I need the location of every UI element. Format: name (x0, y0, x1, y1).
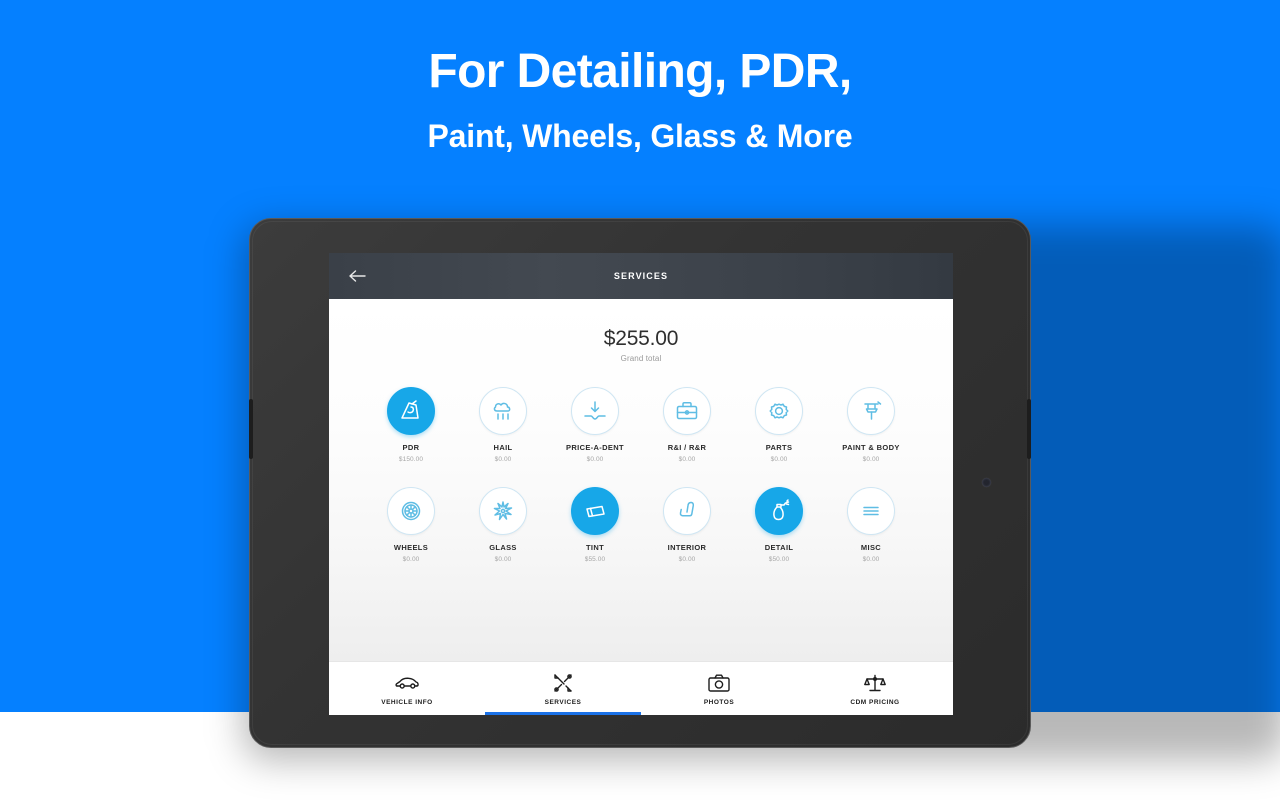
grand-total-label: Grand total (620, 354, 662, 363)
spray-bottle-icon (773, 499, 790, 521)
dent-puller-icon (401, 400, 419, 419)
service-price: $0.00 (678, 456, 696, 463)
service-price: $0.00 (402, 556, 420, 563)
service-label: DETAIL (764, 543, 794, 552)
bottom-tab-bar: VEHICLE INFO SERVICES PHOTOS CDM PRICING (329, 661, 953, 715)
camera-icon (708, 674, 730, 692)
service-item-tint[interactable]: TINT $55.00 (560, 487, 630, 563)
hail-cloud-icon (493, 402, 511, 420)
service-price: $0.00 (494, 456, 512, 463)
front-camera-icon (982, 478, 991, 487)
service-icon-wrap (663, 387, 711, 435)
service-label: PRICE-A-DENT (566, 443, 624, 452)
device-side-notch-left (249, 399, 253, 459)
tablet-screen: SERVICES $255.00 Grand total PDR $150.00… (329, 253, 953, 715)
service-icon-wrap (387, 387, 435, 435)
tab-icon-wrap (864, 673, 886, 693)
tools-icon (554, 674, 572, 692)
service-icon-wrap (755, 387, 803, 435)
tab-vehicle-info[interactable]: VEHICLE INFO (329, 662, 485, 715)
car-icon (395, 677, 419, 689)
tab-label: CDM PRICING (850, 699, 900, 706)
service-icon-wrap (755, 487, 803, 535)
service-item-misc[interactable]: MISC $0.00 (836, 487, 906, 563)
service-label: PARTS (765, 443, 793, 452)
service-icon-wrap (571, 387, 619, 435)
service-icon-wrap (663, 487, 711, 535)
app-header-title: SERVICES (613, 271, 669, 281)
service-label: R&I / R&R (667, 443, 707, 452)
tab-icon-wrap (708, 673, 730, 693)
service-icon-wrap (479, 487, 527, 535)
service-label: PAINT & BODY (842, 443, 900, 452)
service-label: HAIL (493, 443, 513, 452)
app-header-bar: SERVICES (329, 253, 953, 299)
services-row: PDR $150.00 HAIL $0.00 PRICE-A-DENT $0.0… (376, 387, 906, 463)
service-item-ri-rr[interactable]: R&I / R&R $0.00 (652, 387, 722, 463)
arrow-left-icon (349, 270, 366, 282)
tablet-device: SERVICES $255.00 Grand total PDR $150.00… (249, 218, 1031, 748)
grand-total-amount: $255.00 (603, 327, 679, 350)
page-title: For Detailing, PDR, (428, 45, 852, 98)
service-item-detail[interactable]: DETAIL $50.00 (744, 487, 814, 563)
service-item-wheels[interactable]: WHEELS $0.00 (376, 487, 446, 563)
service-label: GLASS (489, 543, 517, 552)
services-grid: PDR $150.00 HAIL $0.00 PRICE-A-DENT $0.0… (329, 387, 953, 563)
services-content-area: $255.00 Grand total PDR $150.00 HAIL $0.… (329, 299, 953, 661)
service-icon-wrap (847, 487, 895, 535)
service-price: $0.00 (770, 456, 788, 463)
service-price: $50.00 (768, 556, 790, 563)
service-item-paint-body[interactable]: PAINT & BODY $0.00 (836, 387, 906, 463)
tab-active-indicator (485, 712, 641, 715)
service-item-parts[interactable]: PARTS $0.00 (744, 387, 814, 463)
page-subtitle: Paint, Wheels, Glass & More (427, 118, 853, 154)
service-item-interior[interactable]: INTERIOR $0.00 (652, 487, 722, 563)
service-price: $150.00 (398, 456, 424, 463)
service-icon-wrap (571, 487, 619, 535)
service-icon-wrap (387, 487, 435, 535)
grand-total-block: $255.00 Grand total (329, 299, 953, 363)
service-price: $0.00 (678, 556, 696, 563)
service-price: $0.00 (862, 556, 880, 563)
tab-label: PHOTOS (703, 699, 735, 706)
gear-icon (769, 403, 789, 419)
service-item-pdr[interactable]: PDR $150.00 (376, 387, 446, 463)
service-icon-wrap (479, 387, 527, 435)
service-item-hail[interactable]: HAIL $0.00 (468, 387, 538, 463)
tab-cdm-pricing[interactable]: CDM PRICING (797, 662, 953, 715)
tab-label: SERVICES (544, 699, 582, 706)
toolbox-icon (676, 402, 698, 420)
service-item-glass[interactable]: GLASS $0.00 (468, 487, 538, 563)
wheel-rim-icon (401, 501, 421, 521)
hero-text-block: For Detailing, PDR, Paint, Wheels, Glass… (0, 48, 1280, 155)
scales-icon (864, 674, 886, 692)
tab-services[interactable]: SERVICES (485, 662, 641, 715)
glass-crack-icon (493, 501, 513, 521)
service-price: $0.00 (862, 456, 880, 463)
service-item-price-a-dent[interactable]: PRICE-A-DENT $0.00 (560, 387, 630, 463)
service-label: PDR (402, 443, 420, 452)
tab-label: VEHICLE INFO (381, 699, 433, 706)
list-lines-icon (863, 506, 879, 516)
paint-gun-icon (864, 401, 882, 420)
services-row: WHEELS $0.00 GLASS $0.00 TINT $55.00 INT… (376, 487, 906, 563)
back-button[interactable] (347, 266, 367, 286)
dent-arrow-icon (584, 401, 606, 420)
tab-photos[interactable]: PHOTOS (641, 662, 797, 715)
car-seat-icon (679, 501, 695, 517)
device-side-notch-right (1027, 399, 1031, 459)
service-price: $55.00 (584, 556, 606, 563)
service-label: MISC (860, 543, 882, 552)
service-label: TINT (585, 543, 605, 552)
service-icon-wrap (847, 387, 895, 435)
service-label: INTERIOR (667, 543, 707, 552)
tab-icon-wrap (553, 673, 573, 693)
service-price: $0.00 (494, 556, 512, 563)
tab-icon-wrap (395, 673, 419, 693)
service-label: WHEELS (393, 543, 429, 552)
tint-film-icon (586, 505, 605, 518)
service-price: $0.00 (586, 456, 604, 463)
